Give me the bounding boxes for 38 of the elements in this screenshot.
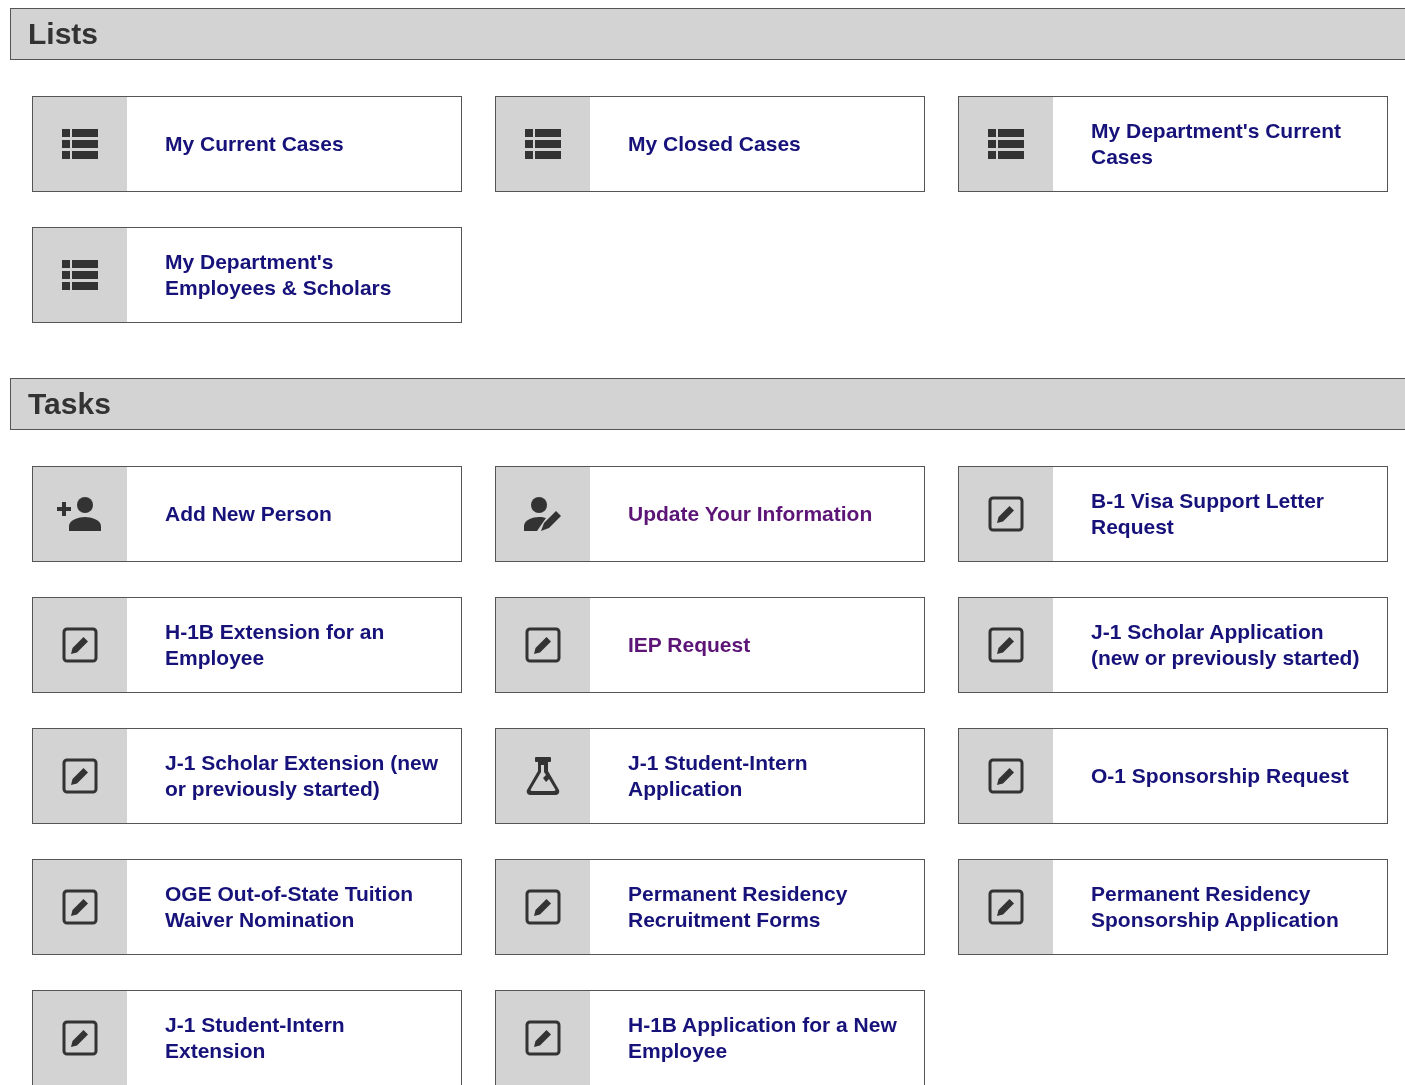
tile-link[interactable]: Permanent Residency Sponsorship Application xyxy=(958,859,1388,955)
tile-link[interactable]: J-1 Scholar Application (new or previously started) xyxy=(958,597,1388,693)
list-icon xyxy=(62,260,98,290)
tile-link[interactable]: My Closed Cases xyxy=(495,96,925,192)
tile-link[interactable]: J-1 Student-Intern Extension xyxy=(32,990,462,1085)
tile-link[interactable]: J-1 Scholar Extension (new or previously started) xyxy=(32,728,462,824)
tile-link[interactable]: O-1 Sponsorship Request xyxy=(958,728,1388,824)
tile-link[interactable]: My Department's Employees & Scholars xyxy=(32,227,462,323)
add-person-icon xyxy=(57,497,103,531)
person-pencil-icon xyxy=(524,497,562,531)
edit-icon xyxy=(62,758,98,794)
section-title: Lists xyxy=(28,17,99,51)
flask-icon xyxy=(526,757,560,795)
tile-link[interactable]: IEP Request xyxy=(495,597,925,693)
section-title: Tasks xyxy=(28,387,111,421)
tile-link[interactable]: Add New Person xyxy=(32,466,462,562)
tile-link[interactable]: B-1 Visa Support Letter Request xyxy=(958,466,1388,562)
tile-link[interactable]: J-1 Student-Intern Application xyxy=(495,728,925,824)
tile-link[interactable]: Update Your Information xyxy=(495,466,925,562)
list-icon xyxy=(988,129,1024,159)
edit-icon xyxy=(988,496,1024,532)
list-icon xyxy=(525,129,561,159)
edit-icon xyxy=(988,627,1024,663)
edit-icon xyxy=(988,758,1024,794)
tile-link[interactable]: H-1B Application for a New Employee xyxy=(495,990,925,1085)
tile-link[interactable]: Permanent Residency Recruitment Forms xyxy=(495,859,925,955)
edit-icon xyxy=(525,1020,561,1056)
edit-icon xyxy=(62,627,98,663)
tile-link[interactable]: My Department's Current Cases xyxy=(958,96,1388,192)
edit-icon xyxy=(988,889,1024,925)
edit-icon xyxy=(62,889,98,925)
edit-icon xyxy=(525,889,561,925)
tile-link[interactable]: OGE Out-of-State Tuition Waiver Nomination xyxy=(32,859,462,955)
tile-link[interactable]: My Current Cases xyxy=(32,96,462,192)
edit-icon xyxy=(525,627,561,663)
list-icon xyxy=(62,129,98,159)
tile-link[interactable]: H-1B Extension for an Employee xyxy=(32,597,462,693)
edit-icon xyxy=(62,1020,98,1056)
